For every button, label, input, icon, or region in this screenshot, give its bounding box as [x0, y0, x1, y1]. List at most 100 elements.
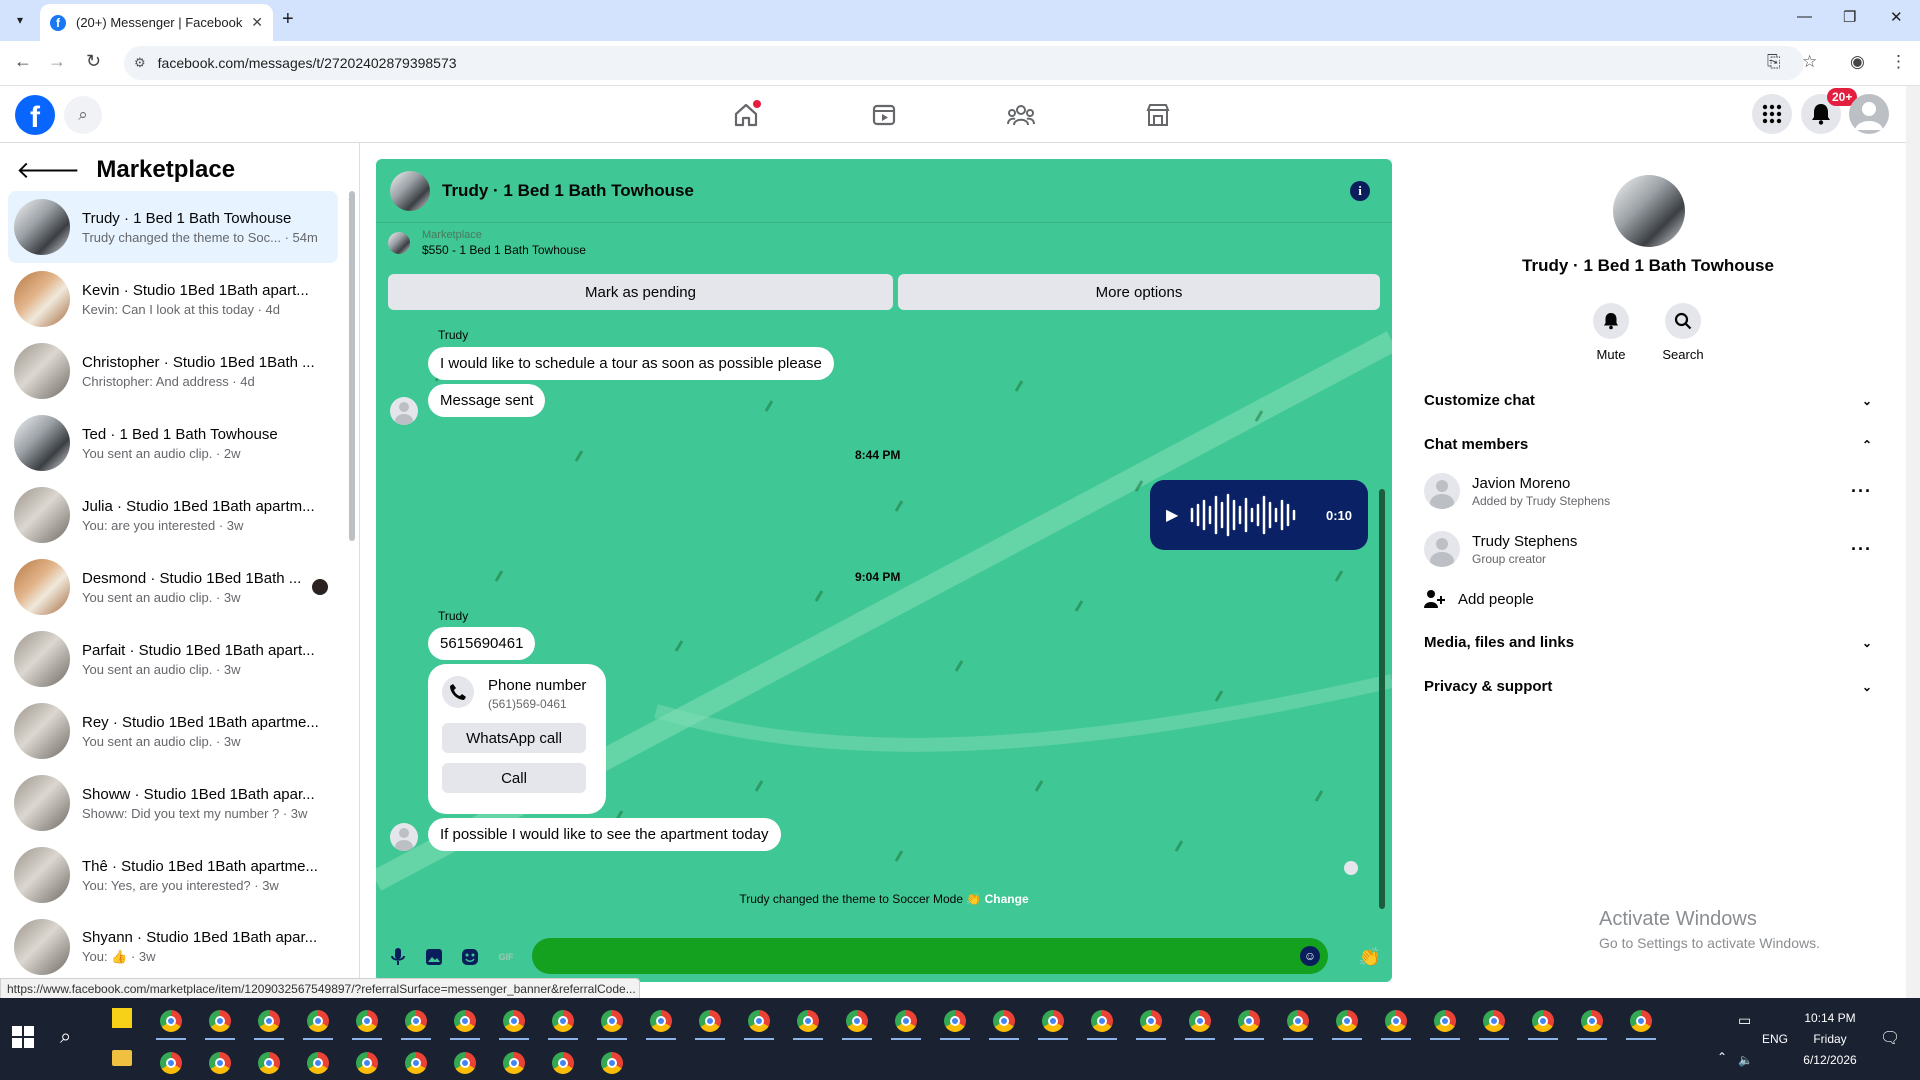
conversation-item[interactable]: Rey · Studio 1Bed 1Bath apartme... You se…: [8, 695, 338, 767]
file-explorer-icon[interactable]: [112, 1050, 132, 1066]
conversation-item[interactable]: Parfait · Studio 1Bed 1Bath apart... You …: [8, 623, 338, 695]
chrome-taskbar-icon[interactable]: [797, 1010, 819, 1032]
window-close-icon[interactable]: ✕: [1890, 8, 1903, 26]
marketplace-listing-banner[interactable]: Marketplace $550 - 1 Bed 1 Bath Towhouse: [388, 229, 586, 257]
chrome-taskbar-icon[interactable]: [209, 1052, 231, 1074]
search-conversation-button[interactable]: Search: [1653, 303, 1713, 362]
menu-grid-icon[interactable]: [1752, 94, 1792, 134]
sticker-icon[interactable]: [460, 947, 480, 967]
windows-start-icon[interactable]: [12, 1026, 34, 1048]
chrome-taskbar-icon[interactable]: [650, 1010, 672, 1032]
notification-center-icon[interactable]: 🗨: [1880, 1028, 1900, 1048]
chrome-taskbar-icon[interactable]: [1483, 1010, 1505, 1032]
chrome-taskbar-icon[interactable]: [1336, 1010, 1358, 1032]
chrome-taskbar-icon[interactable]: [1385, 1010, 1407, 1032]
chrome-taskbar-icon[interactable]: [1287, 1010, 1309, 1032]
chrome-taskbar-icon[interactable]: [503, 1010, 525, 1032]
back-icon[interactable]: ←: [14, 51, 32, 72]
emoji-icon[interactable]: ☺: [1300, 946, 1320, 966]
chrome-taskbar-icon[interactable]: [405, 1052, 427, 1074]
tray-overflow-icon[interactable]: ⌃: [1717, 1050, 1727, 1064]
chrome-taskbar-icon[interactable]: [1630, 1010, 1652, 1032]
chrome-taskbar-icon[interactable]: [748, 1010, 770, 1032]
message-bubble[interactable]: 5615690461: [428, 627, 536, 660]
customize-chat-row[interactable]: Customize chat ⌄: [1424, 392, 1872, 409]
chrome-taskbar-icon[interactable]: [1434, 1010, 1456, 1032]
chat-details-avatar[interactable]: [1613, 175, 1685, 247]
chrome-taskbar-icon[interactable]: [160, 1010, 182, 1032]
message-bubble[interactable]: Message sent: [428, 384, 546, 417]
restore-icon[interactable]: ❐: [1843, 8, 1856, 26]
conversation-item[interactable]: Thê · Studio 1Bed 1Bath apartme... You: Y…: [8, 839, 338, 911]
chrome-taskbar-icon[interactable]: [1140, 1010, 1162, 1032]
chrome-taskbar-icon[interactable]: [1189, 1010, 1211, 1032]
sidebar-scrollbar[interactable]: [349, 191, 355, 541]
chrome-taskbar-icon[interactable]: [1581, 1010, 1603, 1032]
bookmark-star-icon[interactable]: ☆: [1802, 52, 1817, 72]
chrome-taskbar-icon[interactable]: [454, 1010, 476, 1032]
message-bubble[interactable]: If possible I would like to see the apar…: [428, 818, 781, 851]
chrome-taskbar-icon[interactable]: [209, 1010, 231, 1032]
member-row[interactable]: Trudy Stephens Group creator ···: [1424, 531, 1872, 567]
conversation-item[interactable]: Julia · Studio 1Bed 1Bath apartm... You: …: [8, 479, 338, 551]
chat-members-row[interactable]: Chat members ⌃: [1424, 436, 1872, 453]
sender-avatar[interactable]: [390, 397, 418, 425]
audio-message[interactable]: ▶ 0:10: [1150, 480, 1368, 550]
media-files-row[interactable]: Media, files and links ⌄: [1424, 634, 1872, 651]
conversation-item[interactable]: Desmond · Studio 1Bed 1Bath ... You sent …: [8, 551, 338, 623]
volume-icon[interactable]: 🔈: [1738, 1053, 1753, 1067]
minimize-icon[interactable]: —: [1797, 8, 1812, 25]
privacy-support-row[interactable]: Privacy & support ⌄: [1424, 678, 1872, 695]
chrome-taskbar-icon[interactable]: [699, 1010, 721, 1032]
network-icon[interactable]: ▭: [1738, 1012, 1751, 1029]
chrome-taskbar-icon[interactable]: [552, 1052, 574, 1074]
address-bar[interactable]: ⚙ facebook.com/messages/t/27202402879398…: [124, 46, 1804, 80]
conversation-item[interactable]: Shyann · Studio 1Bed 1Bath apar... You: 👍…: [8, 911, 338, 980]
conversation-item[interactable]: Trudy · 1 Bed 1 Bath Towhouse Trudy chang…: [8, 191, 338, 263]
chrome-taskbar-icon[interactable]: [1042, 1010, 1064, 1032]
member-row[interactable]: Javion Moreno Added by Trudy Stephens ··…: [1424, 473, 1872, 509]
chrome-taskbar-icon[interactable]: [356, 1052, 378, 1074]
conversation-item[interactable]: Ted · 1 Bed 1 Bath Towhouse You sent an a…: [8, 407, 338, 479]
more-options-icon[interactable]: ···: [1851, 481, 1872, 502]
info-icon[interactable]: i: [1350, 181, 1370, 201]
taskbar-day[interactable]: Friday: [1800, 1032, 1860, 1046]
chrome-taskbar-icon[interactable]: [944, 1010, 966, 1032]
chrome-taskbar-icon[interactable]: [160, 1052, 182, 1074]
conversation-item[interactable]: Showw · Studio 1Bed 1Bath apar... Showw: …: [8, 767, 338, 839]
tab-close-icon[interactable]: ✕: [251, 14, 263, 31]
chrome-taskbar-icon[interactable]: [895, 1010, 917, 1032]
chrome-taskbar-icon[interactable]: [993, 1010, 1015, 1032]
chrome-taskbar-icon[interactable]: [356, 1010, 378, 1032]
chrome-taskbar-icon[interactable]: [1238, 1010, 1260, 1032]
browser-menu-icon[interactable]: ⋮: [1890, 52, 1907, 72]
chrome-taskbar-icon[interactable]: [846, 1010, 868, 1032]
chrome-taskbar-icon[interactable]: [552, 1010, 574, 1032]
chrome-taskbar-icon[interactable]: [258, 1010, 280, 1032]
conversation-item[interactable]: Kevin · Studio 1Bed 1Bath apart... Kevin:…: [8, 263, 338, 335]
chrome-taskbar-icon[interactable]: [258, 1052, 280, 1074]
forward-icon[interactable]: →: [48, 51, 66, 72]
add-people-row[interactable]: Add people: [1424, 589, 1872, 609]
chrome-taskbar-icon[interactable]: [454, 1052, 476, 1074]
mute-button[interactable]: Mute: [1581, 303, 1641, 362]
reload-icon[interactable]: ↻: [86, 51, 101, 72]
new-tab-icon[interactable]: +: [282, 8, 294, 31]
chat-scrollbar[interactable]: [1379, 489, 1385, 909]
chat-title[interactable]: Trudy · 1 Bed 1 Bath Towhouse: [442, 181, 694, 201]
sender-avatar[interactable]: [390, 823, 418, 851]
chrome-taskbar-icon[interactable]: [405, 1010, 427, 1032]
chrome-taskbar-icon[interactable]: [307, 1010, 329, 1032]
mark-as-pending-button[interactable]: Mark as pending: [388, 274, 893, 310]
more-options-icon[interactable]: ···: [1851, 539, 1872, 560]
taskbar-search-icon[interactable]: ⌕: [60, 1026, 71, 1049]
message-bubble[interactable]: I would like to schedule a tour as soon …: [428, 347, 834, 380]
back-arrow-icon[interactable]: 🡐: [16, 155, 80, 185]
page-scrollbar[interactable]: [1906, 86, 1920, 998]
marketplace-icon[interactable]: [1143, 100, 1173, 130]
profile-icon[interactable]: ◉: [1850, 52, 1865, 72]
image-icon[interactable]: [424, 947, 444, 967]
site-info-icon[interactable]: ⚙: [134, 55, 146, 71]
groups-icon[interactable]: [1006, 100, 1036, 130]
taskbar-date[interactable]: 6/12/2026: [1800, 1053, 1860, 1067]
